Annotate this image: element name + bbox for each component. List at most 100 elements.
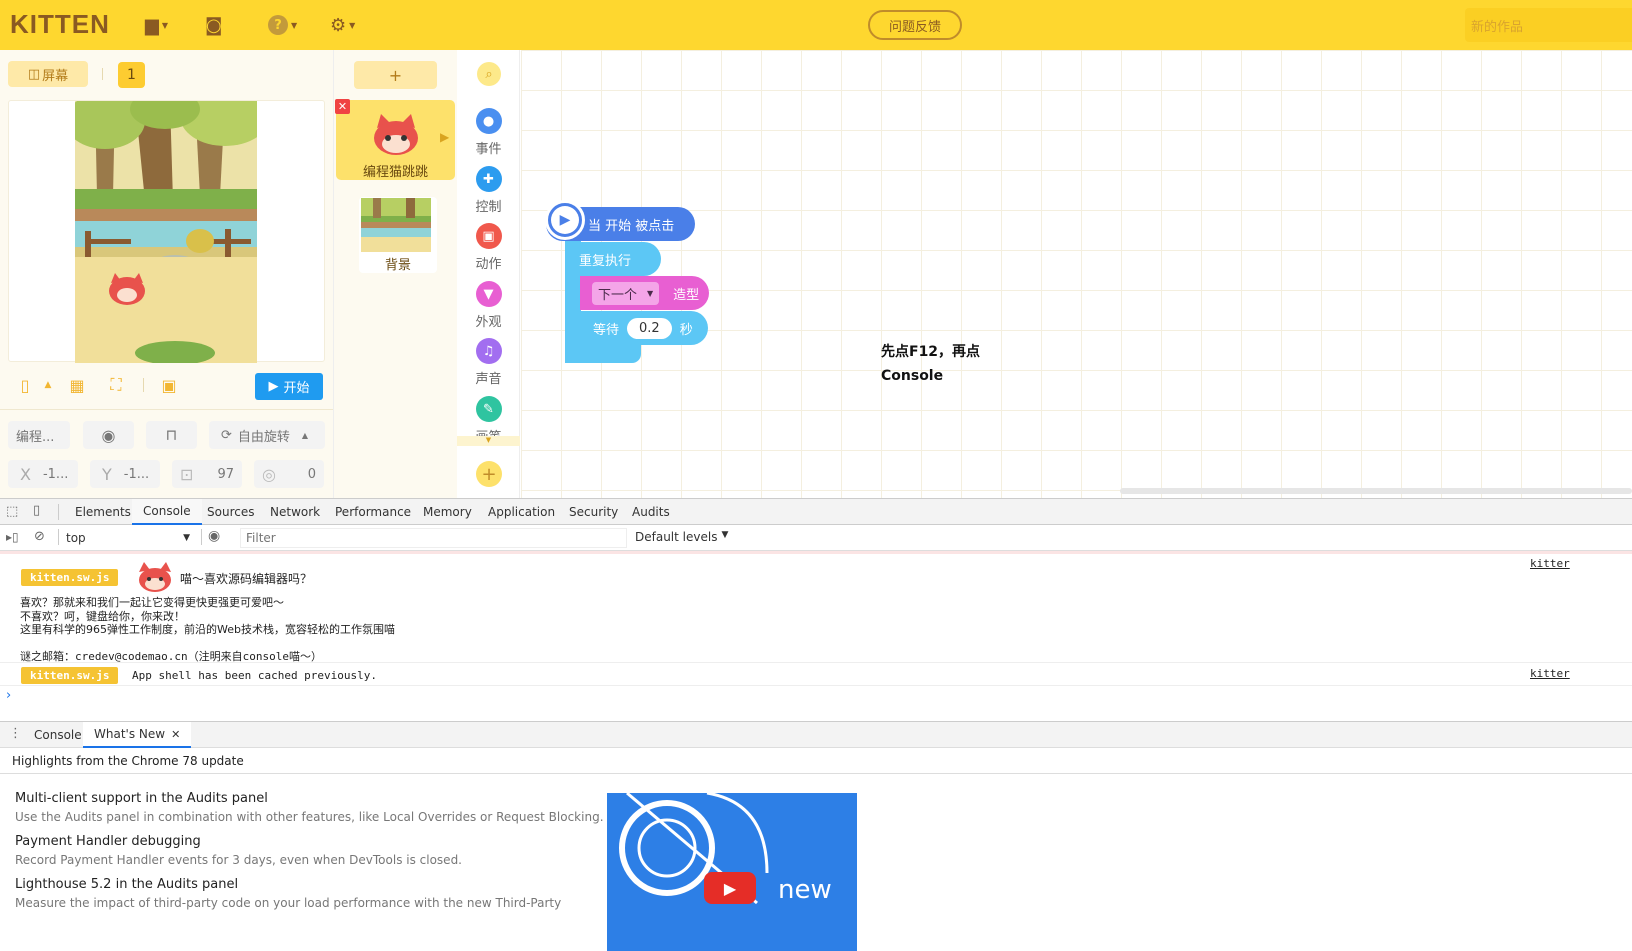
context-select[interactable]: top ▼	[62, 528, 194, 548]
divider	[0, 685, 1632, 686]
console-source-tag: kitten.sw.js	[21, 667, 119, 684]
y-position-field[interactable]: Y -1...	[90, 460, 160, 488]
sprite-name-field[interactable]: 编程...	[8, 421, 70, 449]
category-control[interactable]: ✚ 控制	[457, 166, 520, 215]
category-motion[interactable]: ▣ 动作	[457, 223, 520, 272]
console-source-link[interactable]: kitter	[1530, 557, 1570, 570]
drawer-tab-whats-new[interactable]: What's New ✕	[83, 722, 192, 748]
divider	[0, 662, 1632, 663]
whats-new-item-title[interactable]: Multi-client support in the Audits panel	[15, 791, 268, 806]
backpack-button[interactable]: ◙	[205, 14, 222, 36]
control-icon: ✚	[475, 166, 502, 192]
tab-sources[interactable]: Sources	[196, 499, 265, 525]
console-prompt-icon[interactable]: ›	[6, 688, 11, 703]
whats-new-item-title[interactable]: Lighthouse 5.2 in the Audits panel	[15, 877, 238, 892]
size-field[interactable]: ⊡ 97	[172, 460, 242, 488]
workspace-scrollbar[interactable]	[1120, 488, 1632, 494]
tab-audits[interactable]: Audits	[621, 499, 681, 525]
stage-panel: ◫ 屏幕 1 ▯ ▲ ▦ ⛶ ▣ ▶ 开始 编程... ◉ ⊓ ⟳ 自由旋转 ▲…	[0, 50, 334, 498]
gear-icon: ⚙	[330, 14, 347, 36]
category-looks[interactable]: ▼ 外观	[457, 281, 520, 330]
tab-console[interactable]: Console	[132, 499, 202, 525]
chevron-up-icon[interactable]: ▲	[38, 375, 58, 395]
looks-icon: ▼	[475, 281, 502, 307]
visibility-toggle[interactable]: ◉	[83, 421, 134, 449]
repeat-forever-block[interactable]: 重复执行	[565, 242, 661, 276]
next-costume-block[interactable]: 下一个 ▼ 造型	[580, 276, 709, 310]
feedback-button[interactable]: 问题反馈	[868, 10, 962, 40]
console-output: kitten.sw.js 喵～喜欢源码编辑器吗？ 喜欢？那就来和我们一起让它变得…	[0, 551, 1632, 721]
costume-dropdown[interactable]: 下一个 ▼	[592, 281, 660, 305]
folder-menu-button[interactable]: ▆ ▼	[145, 14, 168, 36]
kitten-logo[interactable]: KITTEN	[10, 9, 110, 40]
work-name-input[interactable]: 新的作品	[1465, 8, 1632, 42]
whats-new-video[interactable]: ▶ new	[607, 793, 857, 951]
help-menu-button[interactable]: ? ▼	[268, 14, 297, 36]
wait-seconds-block[interactable]: 等待 0.2 秒	[580, 311, 708, 345]
clear-console-icon[interactable]: ⊘	[34, 529, 45, 544]
settings-menu-button[interactable]: ⚙ ▼	[330, 14, 355, 36]
folder-icon: ▆	[145, 14, 159, 36]
sprite-list-panel: + 编程猫跳跳 ▶ ✕ 背景	[334, 50, 457, 498]
chevron-right-icon[interactable]: ▶	[440, 130, 449, 144]
tab-elements[interactable]: Elements	[64, 499, 142, 525]
tab-memory[interactable]: Memory	[412, 499, 483, 525]
x-position-field[interactable]: X -1...	[8, 460, 78, 488]
motion-icon: ▣	[475, 223, 502, 249]
more-options-icon[interactable]: ⋮	[9, 726, 22, 741]
screen-button[interactable]: ◫ 屏幕	[8, 61, 88, 87]
fullscreen-icon[interactable]: ⛶	[106, 375, 126, 395]
code-workspace[interactable]	[521, 50, 1632, 498]
play-icon: ▶	[268, 379, 279, 394]
stage-canvas[interactable]	[75, 101, 257, 363]
category-events[interactable]: ● 事件	[457, 108, 520, 157]
youtube-play-icon[interactable]: ▶	[704, 872, 756, 904]
size-icon: ⊡	[180, 464, 194, 484]
rotation-mode-select[interactable]: ⟳ 自由旋转 ▲	[209, 421, 325, 449]
events-icon: ●	[475, 108, 502, 134]
wait-value-input[interactable]: 0.2	[627, 317, 672, 339]
console-greeting: 喵～喜欢源码编辑器吗？	[180, 572, 313, 586]
filter-input[interactable]	[240, 528, 627, 548]
console-source-link[interactable]: kitter	[1530, 667, 1570, 680]
video-caption: new	[778, 875, 832, 905]
sprite-card[interactable]: 编程猫跳跳 ▶	[336, 100, 455, 180]
device-toolbar-icon[interactable]: ▯	[33, 503, 40, 518]
category-sound[interactable]: ♫ 声音	[457, 338, 520, 387]
tab-application[interactable]: Application	[477, 499, 566, 525]
divider	[143, 378, 144, 392]
whats-new-item-desc: Use the Audits panel in combination with…	[15, 810, 604, 824]
whats-new-heading: Highlights from the Chrome 78 update	[12, 754, 244, 768]
add-category-button[interactable]: +	[476, 461, 502, 487]
console-filter-bar: ▸▯ ⊘ top▼ ◉ Default levels▼	[0, 525, 1632, 551]
eye-icon[interactable]: ◉	[208, 528, 220, 544]
grid-icon[interactable]: ▦	[67, 375, 87, 395]
whats-new-item-title[interactable]: Payment Handler debugging	[15, 834, 201, 849]
chevron-down-icon[interactable]: ▼	[457, 436, 520, 446]
tab-network[interactable]: Network	[259, 499, 331, 525]
search-icon[interactable]: ⌕	[477, 62, 501, 86]
play-icon: ▶	[551, 206, 579, 234]
console-line: App shell has been cached previously.	[132, 669, 378, 682]
tab-security[interactable]: Security	[558, 499, 629, 525]
screen-icon: ◫	[27, 66, 41, 82]
lock-toggle[interactable]: ⊓	[146, 421, 197, 449]
sidebar-toggle-icon[interactable]: ▸▯	[6, 530, 19, 544]
start-button[interactable]: ▶ 开始	[255, 373, 323, 400]
inspect-element-icon[interactable]: ⬚	[6, 504, 18, 519]
direction-field[interactable]: ◎ 0	[254, 460, 324, 488]
kitten-mascot-icon	[139, 562, 171, 592]
page-number-badge[interactable]: 1	[118, 62, 145, 88]
record-icon[interactable]: ▣	[159, 375, 179, 395]
delete-sprite-button[interactable]: ✕	[335, 99, 350, 114]
direction-icon: ◎	[262, 464, 276, 484]
add-sprite-button[interactable]: +	[354, 61, 437, 89]
background-name: 背景	[384, 258, 411, 273]
tab-performance[interactable]: Performance	[324, 499, 422, 525]
device-frame-icon[interactable]: ▯	[15, 375, 35, 395]
divider	[58, 529, 59, 545]
background-card[interactable]: 背景	[359, 197, 437, 273]
close-icon[interactable]: ✕	[171, 728, 180, 741]
chevron-up-icon: ▲	[301, 430, 309, 440]
log-levels-select[interactable]: Default levels ▼	[635, 530, 728, 544]
